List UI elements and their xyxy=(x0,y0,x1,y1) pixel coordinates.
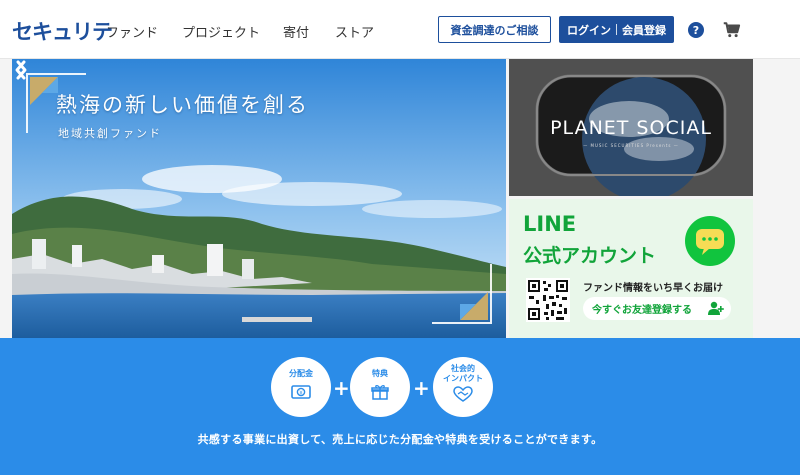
feature-social-impact-line1: 社会的 xyxy=(451,364,475,373)
add-friend-button[interactable]: 今すぐお友達登録する xyxy=(583,297,731,320)
site-header: セキュリテ ファンド プロジェクト 寄付 ストア 資金調達のご相談 ログイン 会… xyxy=(0,0,800,59)
feature-benefits: 特典 xyxy=(350,357,410,417)
feature-benefits-label: 特典 xyxy=(372,369,388,378)
help-icon[interactable]: ? xyxy=(688,22,704,38)
line-chat-icon xyxy=(685,216,735,266)
plus-sign-1: + xyxy=(333,376,350,400)
feature-dividend: 分配金 ¥ xyxy=(271,357,331,417)
register-label: 会員登録 xyxy=(622,23,666,37)
arrow-right-icon[interactable] xyxy=(12,59,30,81)
yen-bill-icon: ¥ xyxy=(291,385,311,399)
nav-store[interactable]: ストア xyxy=(335,22,374,41)
add-friend-label: 今すぐお友達登録する xyxy=(592,305,692,316)
feature-social-impact: 社会的 インパクト xyxy=(433,357,493,417)
nav-fund[interactable]: ファンド xyxy=(106,22,158,41)
login-register-button[interactable]: ログイン 会員登録 xyxy=(559,16,674,43)
hero-subtitle: 地域共創ファンド xyxy=(58,127,162,140)
plus-sign-2: + xyxy=(413,376,430,400)
line-title: LINE xyxy=(523,212,577,236)
nav-project[interactable]: プロジェクト xyxy=(182,22,260,41)
line-description: ファンド情報をいち早くお届け xyxy=(583,283,723,294)
button-divider xyxy=(616,24,617,35)
gift-icon xyxy=(371,385,389,400)
nav-donation[interactable]: 寄付 xyxy=(283,22,309,41)
planet-social-title: PLANET SOCIAL xyxy=(550,117,712,139)
feature-social-impact-label: 社会的 インパクト xyxy=(443,364,483,384)
feature-social-impact-line2: インパクト xyxy=(443,374,483,383)
hero-title: 熱海の新しい価値を創る xyxy=(56,93,309,117)
cart-icon[interactable] xyxy=(723,21,741,39)
features-strip: 分配金 ¥ + 特典 + 社会的 インパクト 共感する事業に出資して、売上に応じ… xyxy=(0,338,800,475)
features-caption: 共感する事業に出資して、売上に応じた分配金や特典を受けることができます。 xyxy=(197,433,603,446)
funding-consultation-button[interactable]: 資金調達のご相談 xyxy=(438,16,551,43)
feature-dividend-label: 分配金 xyxy=(289,369,313,378)
site-logo[interactable]: セキュリテ xyxy=(12,16,113,46)
planet-social-banner[interactable]: PLANET SOCIAL — MUSIC SECURITIES Present… xyxy=(509,59,753,196)
line-account-banner[interactable]: LINE 公式アカウント ファンド情報をいち早くお届け 今すぐお友達登録する xyxy=(509,199,753,338)
qr-code xyxy=(526,278,570,322)
planet-social-tagline: — MUSIC SECURITIES Presents — xyxy=(583,143,679,148)
hero-carousel[interactable]: 熱海の新しい価値を創る 地域共創ファンド xyxy=(12,59,506,338)
login-label: ログイン xyxy=(567,23,611,37)
add-user-icon xyxy=(708,301,724,315)
handshake-heart-icon xyxy=(453,386,473,402)
svg-text:¥: ¥ xyxy=(299,390,303,396)
line-official-account-title: 公式アカウント xyxy=(523,245,657,267)
